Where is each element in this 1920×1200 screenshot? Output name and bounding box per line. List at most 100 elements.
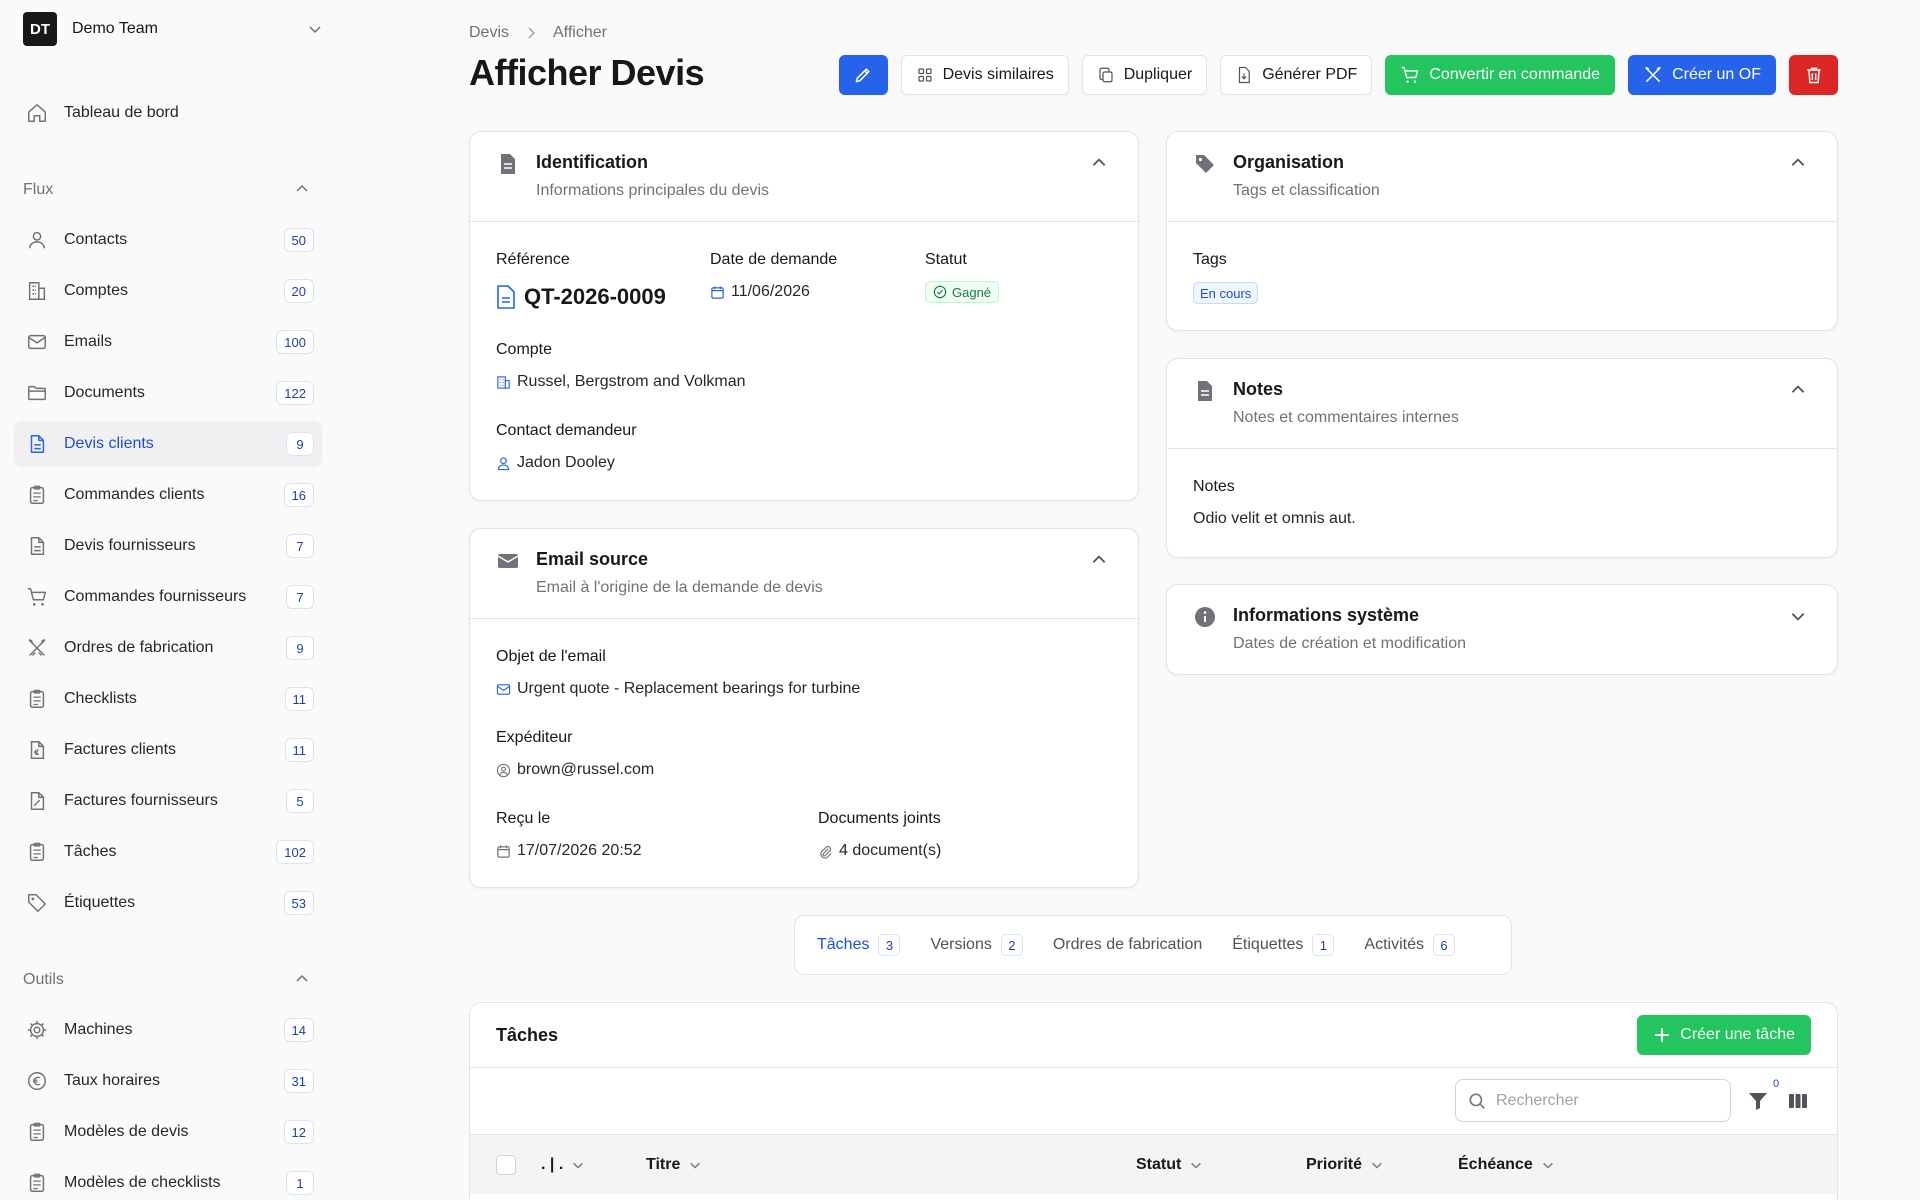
account-value[interactable]: Russel, Bergstrom and Volkman [496,373,746,391]
column-header-title[interactable]: Titre [646,1156,702,1174]
status-badge: Gagné [925,281,1000,303]
count-badge: 7 [286,534,314,558]
chevron-down-icon[interactable] [1789,607,1807,625]
identification-header[interactable]: Identification Informations principales … [470,132,1138,222]
sidebar-item-devis-clients[interactable]: Devis clients 9 [14,421,322,467]
sidebar-item-taux-horaires[interactable]: Taux horaires 31 [14,1058,322,1104]
convert-to-order-button[interactable]: Convertir en commande [1385,55,1616,95]
columns-icon[interactable] [1786,1089,1810,1113]
tab-label: Ordres de fabrication [1052,936,1203,953]
sidebar-item-comptes[interactable]: Comptes 20 [14,268,322,314]
email-source-header[interactable]: Email source Email à l'origine de la dem… [470,529,1138,619]
chevron-up-icon[interactable] [294,181,310,197]
select-all-checkbox[interactable] [496,1154,516,1175]
grid-icon [917,68,932,82]
tools-icon [1645,66,1661,83]
system-info-header[interactable]: Informations système Dates de création e… [1167,585,1837,675]
sidebar-item-documents[interactable]: Documents 122 [14,370,322,416]
clipboard-icon [25,1120,49,1144]
received-text: 17/07/2026 20:52 [517,842,642,859]
sidebar-item-ordres-de-fabrication[interactable]: Ordres de fabrication 9 [14,625,322,671]
tag-badge[interactable]: En cours [1193,282,1259,304]
chevron-up-icon[interactable] [1789,154,1807,172]
notes-header[interactable]: Notes Notes et commentaires internes [1167,359,1837,449]
sidebar-item-label: Contacts [64,231,128,248]
system-info-subtitle: Dates de création et modification [1233,635,1467,652]
contact-value[interactable]: Jadon Dooley [496,454,615,472]
search-input[interactable]: Rechercher [1455,1079,1731,1122]
action-bar: Devis similaires Dupliquer Générer PDF C… [838,55,1838,95]
tab-activites[interactable]: Activités 6 [1364,934,1455,956]
search-placeholder: Rechercher [1496,1091,1579,1109]
similar-quotes-button[interactable]: Devis similaires [900,55,1069,95]
generate-pdf-button[interactable]: Générer PDF [1220,55,1373,95]
create-of-button[interactable]: Créer un OF [1628,55,1776,95]
column-header-status[interactable]: Statut [1136,1156,1203,1174]
divider [470,1067,1837,1068]
email-subject-value[interactable]: Urgent quote - Replacement bearings for … [496,680,860,698]
breadcrumb-parent[interactable]: Devis [469,24,509,42]
chevron-up-icon[interactable] [294,971,310,987]
team-switcher[interactable]: DT Demo Team [23,12,329,46]
chevron-up-icon[interactable] [1789,381,1807,399]
edit-button[interactable] [838,55,888,95]
tab-count-badge: 3 [878,934,901,956]
generate-pdf-label: Générer PDF [1262,66,1358,83]
count-badge: 20 [283,279,314,303]
sidebar-item-contacts[interactable]: Contacts 50 [14,217,322,263]
notes-card: Notes Notes et commentaires internes Not… [1166,358,1838,558]
convert-to-order-label: Convertir en commande [1429,66,1601,83]
page-title: Afficher Devis [469,52,705,93]
cart-icon [1401,66,1419,83]
create-task-button[interactable]: Créer une tâche [1637,1015,1811,1055]
sidebar-item-label: Commandes fournisseurs [64,588,247,605]
sidebar-item-taches[interactable]: Tâches 102 [14,829,322,875]
sidebar-item-dashboard[interactable]: Tableau de bord [14,90,322,136]
sidebar-item-devis-fournisseurs[interactable]: Devis fournisseurs 7 [14,523,322,569]
notes-value: Odio velit et omnis aut. [1193,510,1356,527]
column-label: Priorité [1306,1155,1363,1173]
sidebar-item-etiquettes[interactable]: Étiquettes 53 [14,880,322,926]
sidebar-item-commandes-fournisseurs[interactable]: Commandes fournisseurs 7 [14,574,322,620]
column-header-drag[interactable]: . | . [541,1156,585,1174]
sidebar-item-machines[interactable]: Machines 14 [14,1007,322,1053]
sidebar-item-commandes-clients[interactable]: Commandes clients 16 [14,472,322,518]
tools-icon [25,636,49,660]
sidebar-item-factures-clients[interactable]: Factures clients 11 [14,727,322,773]
sidebar-item-modeles-de-checklists[interactable]: Modèles de checklists 1 [14,1160,322,1200]
mail-icon [497,554,519,568]
identification-subtitle: Informations principales du devis [536,182,770,199]
folder-icon [25,381,49,405]
building-icon [497,375,510,389]
clipboard-icon [25,1171,49,1195]
delete-button[interactable] [1789,55,1838,95]
related-tabs: Tâches 3 Versions 2 Ordres de fabrication Éti… [794,915,1512,975]
sidebar-item-label: Tableau de bord [64,104,179,121]
duplicate-label: Dupliquer [1123,66,1193,83]
checkbox[interactable] [496,1154,516,1175]
tab-etiquettes[interactable]: Étiquettes 1 [1232,934,1335,956]
file-download-icon [1239,66,1251,84]
tab-versions[interactable]: Versions 2 [930,934,1023,956]
chevron-up-icon[interactable] [1090,551,1108,569]
column-header-priority[interactable]: Priorité [1306,1156,1384,1174]
received-label: Reçu le [496,810,551,827]
duplicate-button[interactable]: Dupliquer [1081,55,1208,95]
count-badge: 14 [283,1018,314,1042]
sender-value: brown@russel.com [496,761,654,779]
tab-ordres-de-fabrication[interactable]: Ordres de fabrication [1053,936,1202,954]
sidebar-item-factures-fournisseurs[interactable]: Factures fournisseurs 5 [14,778,322,824]
sidebar-item-checklists[interactable]: Checklists 11 [14,676,322,722]
reference-label: Référence [496,251,570,268]
filter-icon[interactable] [1746,1089,1770,1113]
column-header-due-date[interactable]: Échéance [1458,1156,1555,1174]
column-label: Échéance [1458,1155,1533,1173]
team-avatar: DT [23,12,57,46]
organisation-header[interactable]: Organisation Tags et classification [1167,132,1837,222]
email-source-title: Email source [536,549,649,569]
chevron-up-icon[interactable] [1090,154,1108,172]
tab-taches[interactable]: Tâches 3 [817,934,901,956]
sidebar-item-emails[interactable]: Emails 100 [14,319,322,365]
sidebar-item-label: Emails [64,333,113,350]
sidebar-item-modeles-de-devis[interactable]: Modèles de devis 12 [14,1109,322,1155]
